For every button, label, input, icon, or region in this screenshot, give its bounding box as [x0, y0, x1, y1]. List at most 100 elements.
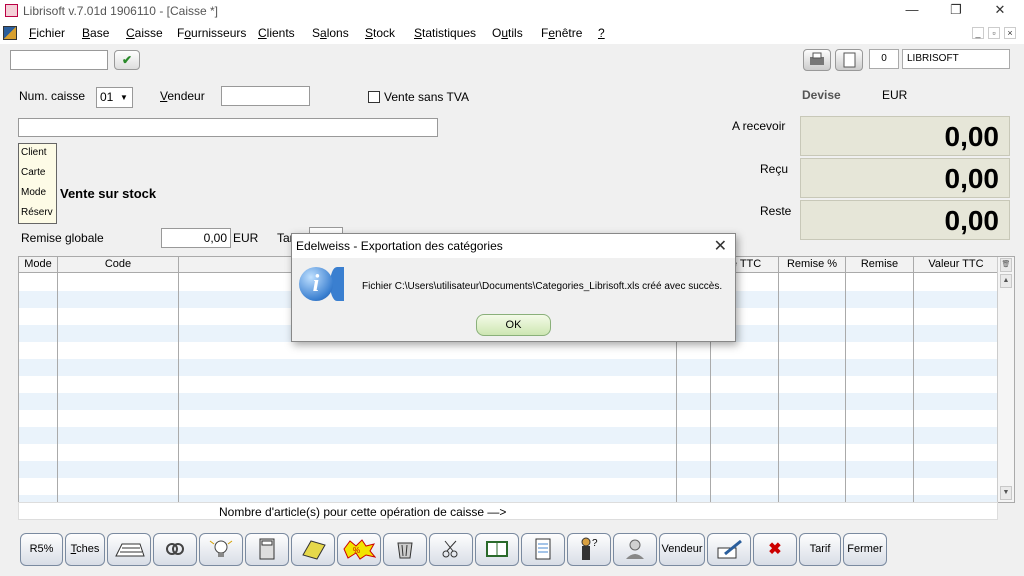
printer-icon: [810, 52, 824, 65]
recu-label: Reçu: [760, 162, 789, 176]
a-recevoir-amount: 0,00: [800, 116, 1010, 156]
dialog-close-button[interactable]: ✕: [714, 236, 727, 256]
link-button[interactable]: [153, 533, 197, 566]
mdi-close-button[interactable]: ×: [1004, 27, 1016, 39]
num-caisse-select[interactable]: 01 ▼: [96, 87, 133, 108]
document-button[interactable]: [835, 49, 863, 71]
menu-item[interactable]: Fenêtre: [541, 26, 582, 40]
user-button[interactable]: [613, 533, 657, 566]
table-row[interactable]: [19, 478, 999, 495]
reste-amount: 0,00: [800, 200, 1010, 240]
calc-button[interactable]: [245, 533, 289, 566]
ok-button[interactable]: OK: [476, 314, 551, 336]
mdi-restore-button[interactable]: ▫: [988, 27, 1000, 39]
promo-button[interactable]: %: [337, 533, 381, 566]
tches-button[interactable]: Tches: [65, 533, 105, 566]
document-icon[interactable]: [3, 26, 17, 40]
remise-globale-label: Remise globale: [21, 231, 104, 245]
open-book-icon: [486, 541, 508, 558]
store-name-field: LIBRISOFT: [902, 49, 1010, 69]
scan-input[interactable]: [10, 50, 108, 70]
menu-item[interactable]: ?: [598, 26, 605, 40]
trash-icon[interactable]: 🗑: [1000, 258, 1012, 272]
carte-line: Carte: [21, 167, 46, 178]
list-button[interactable]: [521, 533, 565, 566]
book-button[interactable]: [475, 533, 519, 566]
table-row[interactable]: [19, 444, 999, 461]
grid-scrollbar[interactable]: 🗑 ▲ ▼: [997, 257, 1014, 502]
edit-button[interactable]: [707, 533, 751, 566]
client-panel[interactable]: Client Carte Mode Réserv: [18, 143, 57, 224]
cancel-button[interactable]: ✖: [753, 533, 797, 566]
table-row[interactable]: [19, 376, 999, 393]
svg-text:%: %: [353, 546, 360, 555]
pen-paper-icon: [717, 539, 742, 559]
column-header-remise[interactable]: Remise: [846, 257, 914, 273]
cut-button[interactable]: [429, 533, 473, 566]
menu-item[interactable]: Caisse: [126, 26, 163, 40]
table-row[interactable]: [19, 393, 999, 410]
scroll-up-button[interactable]: ▲: [1000, 274, 1012, 288]
search-input[interactable]: [18, 118, 438, 137]
trash-basket-icon: [397, 542, 413, 559]
remise-globale-input[interactable]: 0,00: [161, 228, 231, 248]
counter-field: 0: [869, 49, 899, 69]
menu-item[interactable]: Statistiques: [414, 26, 476, 40]
cross-icon: ✖: [768, 541, 782, 558]
remise-unit: EUR: [233, 231, 259, 245]
restore-button[interactable]: ❐: [934, 0, 978, 22]
num-caisse-label: Num. caisse: [19, 89, 86, 103]
vente-sans-tva-checkbox[interactable]: [368, 91, 380, 103]
printer-button[interactable]: [803, 49, 831, 71]
basket-button[interactable]: [383, 533, 427, 566]
mode-value: Vente sur stock: [60, 186, 157, 201]
mdi-minimize-button[interactable]: _: [972, 27, 984, 39]
fermer-button[interactable]: Fermer: [843, 533, 887, 566]
menu-item[interactable]: Clients: [258, 26, 295, 40]
idea-button[interactable]: [199, 533, 243, 566]
vendeur-label: Vendeur: [160, 89, 205, 103]
menu-item[interactable]: Fichier: [29, 26, 65, 40]
menu-item[interactable]: Fournisseurs: [177, 26, 246, 40]
validate-button[interactable]: ✔: [114, 50, 140, 70]
table-row[interactable]: [19, 359, 999, 376]
lightbulb-icon: [209, 540, 233, 558]
minimize-button[interactable]: —: [890, 0, 934, 22]
page-icon: [843, 52, 856, 68]
table-row[interactable]: [19, 461, 999, 478]
menu-item[interactable]: Salons: [312, 26, 349, 40]
num-caisse-value: 01: [100, 90, 114, 104]
column-header-valeur-ttc[interactable]: Valeur TTC: [914, 257, 999, 273]
menu-item[interactable]: Base: [82, 26, 109, 40]
table-row[interactable]: [19, 342, 999, 359]
column-header-remise-pct[interactable]: Remise %: [779, 257, 846, 273]
r5-button[interactable]: R5%: [20, 533, 63, 566]
column-header-code[interactable]: Code: [58, 257, 179, 273]
column-header-mode[interactable]: Mode: [19, 257, 58, 273]
vendeur-button[interactable]: Vendeur: [659, 533, 705, 566]
check-icon: ✔: [121, 53, 133, 67]
vendeur-input[interactable]: [221, 86, 310, 106]
table-row[interactable]: [19, 410, 999, 427]
menu-item[interactable]: Stock: [365, 26, 395, 40]
grid-column-line: [778, 273, 779, 502]
scroll-down-button[interactable]: ▼: [1000, 486, 1012, 500]
toolbar: ✔ 0 LIBRISOFT: [0, 46, 1024, 74]
scissors-icon: [442, 540, 458, 558]
app-icon: [5, 4, 18, 17]
close-button[interactable]: ✕: [978, 0, 1022, 22]
ticket-button[interactable]: [291, 533, 335, 566]
table-row[interactable]: [19, 427, 999, 444]
chevron-down-icon: ▼: [120, 93, 128, 102]
calculator-icon: [259, 538, 275, 560]
calculator-button[interactable]: [107, 533, 151, 566]
grid-column-line: [178, 273, 179, 502]
help-button[interactable]: ?: [567, 533, 611, 566]
client-line: Client: [21, 147, 47, 158]
recu-amount[interactable]: 0,00: [800, 158, 1010, 198]
tarif-button[interactable]: Tarif: [799, 533, 841, 566]
menu-item[interactable]: Outils: [492, 26, 523, 40]
grid-column-line: [913, 273, 914, 502]
svg-text:?: ?: [592, 538, 598, 549]
reste-label: Reste: [760, 204, 792, 218]
